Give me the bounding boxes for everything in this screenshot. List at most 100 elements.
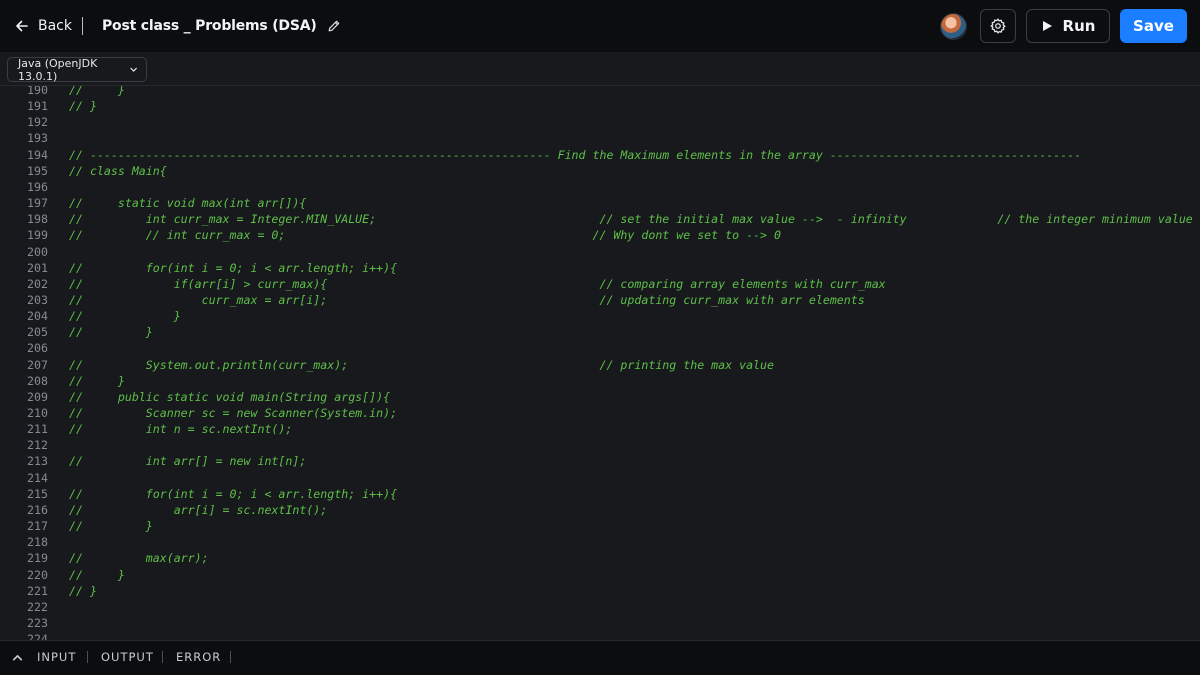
code-line[interactable]: 197 // static void max(int arr[]){ <box>0 195 1200 211</box>
line-number: 194 <box>27 147 48 162</box>
code-line[interactable]: 217 // } <box>0 518 1200 534</box>
line-text: // class Main{ <box>69 163 167 178</box>
code-line[interactable]: 201 // for(int i = 0; i < arr.length; i++… <box>0 260 1200 276</box>
line-text: // int n = sc.nextInt(); <box>69 422 293 437</box>
line-text: // } <box>69 309 181 324</box>
line-number: 211 <box>27 422 48 437</box>
line-text: // System.out.println(curr_max); // prin… <box>69 357 774 372</box>
line-text: // int curr_max = Integer.MIN_VALUE; // … <box>69 212 1200 227</box>
title-area: Post class _ Problems (DSA) <box>102 14 341 38</box>
code-line[interactable]: 219 // max(arr); <box>0 550 1200 566</box>
code-line[interactable]: 221 // } <box>0 583 1200 599</box>
code-line[interactable]: 218 <box>0 534 1200 550</box>
code-line[interactable]: 194 // ----------------------------------… <box>0 147 1200 163</box>
chevron-up-icon[interactable] <box>11 651 24 664</box>
tab-input[interactable]: INPUT <box>37 650 76 664</box>
line-number: 196 <box>27 179 48 194</box>
code-line[interactable]: 202 // if(arr[i] > curr_max){ // comparin… <box>0 276 1200 292</box>
line-number: 197 <box>27 196 48 211</box>
settings-button[interactable] <box>980 9 1016 43</box>
code-editor[interactable]: 190 // } 191 // } 192 193 194 // --------------… <box>0 86 1200 640</box>
top-bar: Back Post class _ Problems (DSA) Run Sav… <box>0 0 1200 52</box>
code-line[interactable]: 198 // int curr_max = Integer.MIN_VALUE; … <box>0 211 1200 227</box>
line-number: 220 <box>27 567 48 582</box>
line-number: 200 <box>27 244 48 259</box>
line-text: // } <box>69 519 153 534</box>
language-select[interactable]: Java (OpenJDK 13.0.1) <box>7 56 147 83</box>
code-line[interactable]: 196 <box>0 179 1200 195</box>
code-line[interactable]: 200 <box>0 244 1200 260</box>
line-text: // Scanner sc = new Scanner(System.in); <box>69 406 398 420</box>
line-number: 209 <box>27 389 48 404</box>
page-title: Post class _ Problems (DSA) <box>102 18 317 34</box>
code-line[interactable]: 215 // for(int i = 0; i < arr.length; i++… <box>0 486 1200 502</box>
code-line[interactable]: 193 <box>0 130 1200 146</box>
code-line[interactable]: 208 // } <box>0 373 1200 389</box>
code-line[interactable]: 191 // } <box>0 98 1200 114</box>
code-line[interactable]: 211 // int n = sc.nextInt(); <box>0 421 1200 437</box>
code-line[interactable]: 192 <box>0 114 1200 130</box>
code-line[interactable]: 205 // } <box>0 324 1200 340</box>
line-number: 222 <box>27 599 48 614</box>
line-number: 223 <box>27 615 48 630</box>
line-text: // } <box>69 86 125 97</box>
line-number: 210 <box>27 406 48 420</box>
code-line[interactable]: 212 <box>0 437 1200 453</box>
line-number: 195 <box>27 163 48 178</box>
code-line[interactable]: 213 // int arr[] = new int[n]; <box>0 453 1200 469</box>
line-number: 202 <box>27 276 48 291</box>
code-line[interactable]: 220 // } <box>0 567 1200 583</box>
line-text: // } <box>69 583 97 598</box>
code-line[interactable]: 224 <box>0 631 1200 640</box>
line-number: 213 <box>27 454 48 469</box>
save-button[interactable]: Save <box>1120 9 1187 43</box>
code-line[interactable]: 190 // } <box>0 86 1200 98</box>
pencil-icon[interactable] <box>327 19 341 33</box>
code-line[interactable]: 216 // arr[i] = sc.nextInt(); <box>0 502 1200 518</box>
code-line[interactable]: 206 <box>0 340 1200 356</box>
line-text: // } <box>69 373 125 388</box>
code-line[interactable]: 204 // } <box>0 308 1200 324</box>
line-number: 191 <box>27 99 48 114</box>
gear-icon <box>990 18 1006 34</box>
line-text: // curr_max = arr[i]; // updating curr_m… <box>69 292 865 307</box>
code-line[interactable]: 222 <box>0 599 1200 615</box>
code-line[interactable]: 203 // curr_max = arr[i]; // updating cur… <box>0 292 1200 308</box>
language-selected: Java (OpenJDK 13.0.1) <box>18 56 98 83</box>
tab-divider <box>87 651 88 663</box>
line-text: // public static void main(String args[]… <box>69 389 391 404</box>
line-number: 205 <box>27 325 48 340</box>
line-number: 216 <box>27 502 48 517</box>
code-line[interactable]: 214 <box>0 470 1200 486</box>
tab-error[interactable]: ERROR <box>176 650 221 664</box>
line-number: 218 <box>27 535 48 550</box>
line-number: 206 <box>27 341 48 356</box>
tab-output[interactable]: OUTPUT <box>101 650 154 664</box>
line-number: 212 <box>27 438 48 453</box>
avatar[interactable] <box>940 13 967 40</box>
line-number: 215 <box>27 486 48 501</box>
line-number: 190 <box>27 86 48 97</box>
back-label: Back <box>38 18 72 34</box>
line-text: // static void max(int arr[]){ <box>69 196 307 211</box>
code-line[interactable]: 195 // class Main{ <box>0 163 1200 179</box>
line-number: 203 <box>27 292 48 307</box>
code-line[interactable]: 223 <box>0 615 1200 631</box>
line-text: // arr[i] = sc.nextInt(); <box>69 502 328 517</box>
console-bar: INPUT OUTPUT ERROR <box>0 640 1200 675</box>
arrow-left-icon <box>16 20 28 32</box>
line-number: 199 <box>27 228 48 243</box>
line-text: // // int curr_max = 0; // Why dont we s… <box>69 228 781 243</box>
code-line[interactable]: 207 // System.out.println(curr_max); // p… <box>0 357 1200 373</box>
line-number: 217 <box>27 519 48 534</box>
line-number: 204 <box>27 309 48 324</box>
line-number: 207 <box>27 357 48 372</box>
code-line[interactable]: 210 // Scanner sc = new Scanner(System.in… <box>0 405 1200 421</box>
line-text: // -------------------------------------… <box>69 147 1082 162</box>
line-text: // max(arr); <box>69 551 209 566</box>
code-line[interactable]: 199 // // int curr_max = 0; // Why dont w… <box>0 227 1200 243</box>
run-button[interactable]: Run <box>1026 9 1110 43</box>
back-button[interactable]: Back <box>14 14 72 38</box>
code-line[interactable]: 209 // public static void main(String arg… <box>0 389 1200 405</box>
line-number: 192 <box>27 115 48 130</box>
